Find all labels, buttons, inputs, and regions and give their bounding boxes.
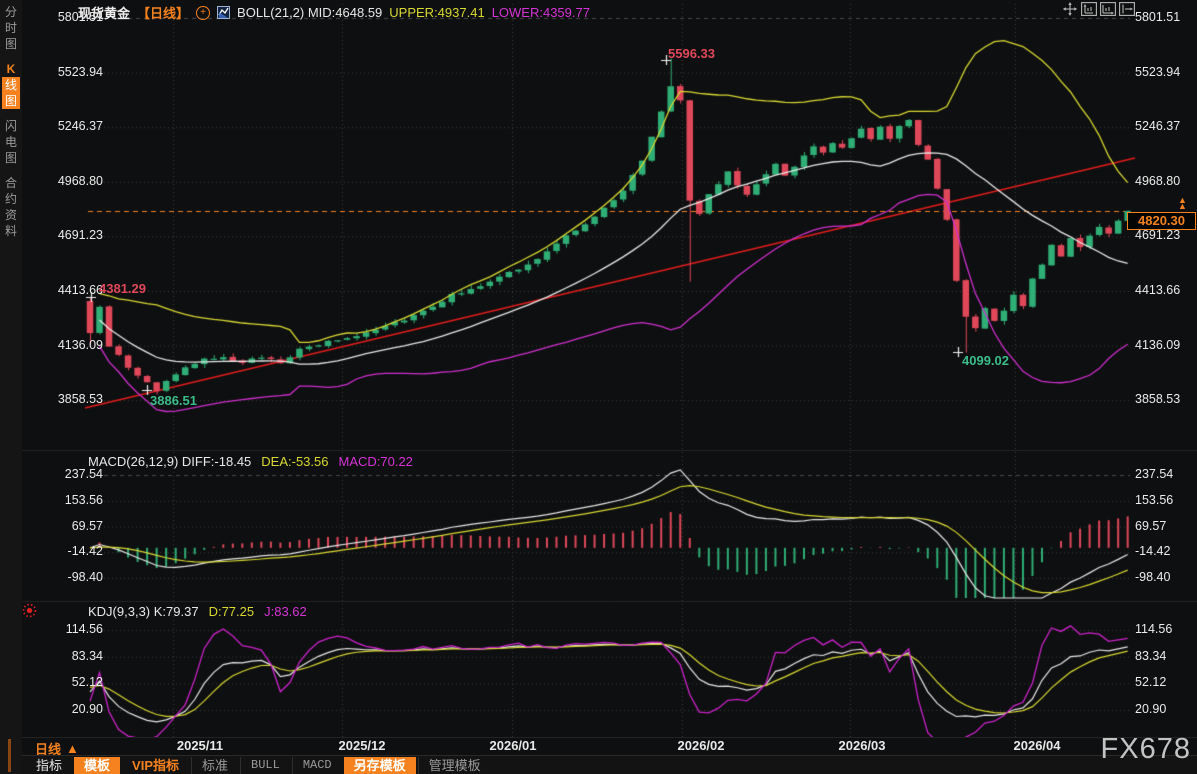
date-tick-label: 2025/12 bbox=[339, 738, 386, 753]
axis-label: 5246.37 bbox=[29, 119, 103, 133]
axis-label: 4968.80 bbox=[1135, 174, 1180, 188]
sidebar-tab-char: 图 bbox=[2, 93, 20, 109]
axis-label: 4413.66 bbox=[29, 283, 103, 297]
macd-header: MACD(26,12,9) DIFF:-18.45 DEA:-53.56 MAC… bbox=[88, 454, 413, 469]
axis-label: 237.54 bbox=[29, 467, 103, 481]
add-indicator-icon[interactable]: + bbox=[196, 6, 210, 20]
price-up-arrows-icon: ▲▲ bbox=[1178, 197, 1187, 209]
axis-label: 20.90 bbox=[29, 702, 103, 716]
chart-header: 现货黄金 【日线】 + BOLL(21,2) MID:4648.59 UPPER… bbox=[78, 3, 590, 22]
axis-label: 153.56 bbox=[1135, 493, 1173, 507]
low-label: 3886.51 bbox=[150, 393, 197, 408]
kdj-header: KDJ(9,3,3) K:79.37 D:77.25 J:83.62 bbox=[88, 604, 307, 619]
axis-label: -98.40 bbox=[1135, 570, 1170, 584]
axis-label: -98.40 bbox=[29, 570, 103, 584]
date-tick-label: 2026/02 bbox=[678, 738, 725, 753]
sidebar-tab-char: 图 bbox=[2, 150, 20, 166]
axis-label: 52.12 bbox=[1135, 675, 1166, 689]
axis-label: 20.90 bbox=[1135, 702, 1166, 716]
axis-label: 3858.53 bbox=[29, 392, 103, 406]
axis-label: 4968.80 bbox=[29, 174, 103, 188]
sidebar-tab-char: 合 bbox=[2, 175, 20, 191]
kdj-k-readout: KDJ(9,3,3) K:79.37 bbox=[88, 604, 199, 619]
bottom-toolbar: 指标模板VIP指标标准BULLMACD另存模板管理模板 bbox=[22, 755, 1197, 774]
axis-label: 5246.37 bbox=[1135, 119, 1180, 133]
axis-label: 4691.23 bbox=[1135, 228, 1180, 242]
crosshair-move-icon[interactable] bbox=[1062, 2, 1078, 16]
sidebar-tab-3[interactable]: 合约资料 bbox=[2, 175, 20, 239]
last-price-tag: 4820.30 bbox=[1127, 212, 1196, 230]
sidebar-tab-2[interactable]: 闪电图 bbox=[2, 118, 20, 166]
chart-tool-icons bbox=[1062, 2, 1135, 16]
axis-label: 69.57 bbox=[29, 519, 103, 533]
toolbar-button-1[interactable]: 模板 bbox=[74, 757, 120, 774]
axis-label: 5523.94 bbox=[29, 65, 103, 79]
sidebar-tab-char: 线 bbox=[2, 77, 20, 93]
sidebar-tab-char: 约 bbox=[2, 191, 20, 207]
axis-label: 4413.66 bbox=[1135, 283, 1180, 297]
axis-label: 4136.09 bbox=[1135, 338, 1180, 352]
macd-readout: MACD(26,12,9) DIFF:-18.45 bbox=[88, 454, 251, 469]
sidebar-tab-0[interactable]: 分时图 bbox=[2, 4, 20, 52]
peak-label: 5596.33 bbox=[668, 46, 715, 61]
toolbar-button-0[interactable]: 指标 bbox=[26, 757, 72, 774]
date-tick-label: 2025/11 bbox=[177, 738, 223, 753]
early-high-label: 4381.29 bbox=[99, 281, 146, 296]
boll-readout: BOLL(21,2) MID:4648.59 bbox=[237, 5, 382, 20]
axis-label: 5801.51 bbox=[29, 10, 103, 24]
sidebar-tab-char: 分 bbox=[2, 4, 20, 20]
axis-label: 52.12 bbox=[29, 675, 103, 689]
sidebar-tab-char: 料 bbox=[2, 223, 20, 239]
exit-view-icon[interactable] bbox=[1119, 2, 1135, 16]
axis-label: 3858.53 bbox=[1135, 392, 1180, 406]
chart-canvas[interactable] bbox=[0, 0, 1197, 774]
axis-label: 83.34 bbox=[29, 649, 103, 663]
chart-application: 分时图K线图闪电图合约资料 现货黄金 【日线】 + BOLL(21,2) MID… bbox=[0, 0, 1197, 774]
macd-macd-readout: MACD:70.22 bbox=[338, 454, 412, 469]
watermark: FX678 bbox=[1101, 733, 1191, 766]
period-arrow-icon: ▲ bbox=[66, 741, 79, 756]
kdj-d-readout: D:77.25 bbox=[209, 604, 255, 619]
toolbar-button-4[interactable]: BULL bbox=[240, 757, 290, 774]
axis-label: -14.42 bbox=[29, 544, 103, 558]
sidebar-tab-char: K bbox=[2, 61, 20, 77]
axis-label: -14.42 bbox=[1135, 544, 1170, 558]
axis-label: 4691.23 bbox=[29, 228, 103, 242]
fit-vertical-axis-icon[interactable] bbox=[1081, 2, 1097, 16]
left-sidebar: 分时图K线图闪电图合约资料 bbox=[0, 0, 22, 774]
axis-label: 237.54 bbox=[1135, 467, 1173, 481]
period-tag: 【日线】 bbox=[137, 3, 189, 22]
sidebar-tab-char: 时 bbox=[2, 20, 20, 36]
toolbar-button-6[interactable]: 另存模板 bbox=[344, 757, 416, 774]
date-tick-label: 2026/04 bbox=[1014, 738, 1061, 753]
axis-label: 83.34 bbox=[1135, 649, 1166, 663]
boll-upper-readout: UPPER:4937.41 bbox=[389, 5, 484, 20]
axis-label: 153.56 bbox=[29, 493, 103, 507]
toolbar-button-7[interactable]: 管理模板 bbox=[418, 757, 491, 774]
sidebar-tab-char: 图 bbox=[2, 36, 20, 52]
mini-chart-icon bbox=[217, 6, 230, 19]
macd-dea-readout: DEA:-53.56 bbox=[261, 454, 328, 469]
sidebar-tab-1[interactable]: K线图 bbox=[2, 61, 20, 109]
axis-label: 114.56 bbox=[1135, 622, 1172, 636]
axis-label: 69.57 bbox=[1135, 519, 1166, 533]
kdj-j-readout: J:83.62 bbox=[264, 604, 307, 619]
toolbar-button-5[interactable]: MACD bbox=[292, 757, 342, 774]
indicator-settings-icon[interactable] bbox=[21, 602, 38, 619]
date-tick-label: 2026/03 bbox=[839, 738, 886, 753]
axis-label: 114.56 bbox=[29, 622, 103, 636]
swing-low-label: 4099.02 bbox=[962, 353, 1009, 368]
date-tick-label: 2026/01 bbox=[490, 738, 537, 753]
sidebar-tab-char: 资 bbox=[2, 207, 20, 223]
fit-horizontal-axis-icon[interactable] bbox=[1100, 2, 1116, 16]
axis-label: 5801.51 bbox=[1135, 10, 1180, 24]
toolbar-button-2[interactable]: VIP指标 bbox=[122, 757, 189, 774]
axis-label: 5523.94 bbox=[1135, 65, 1180, 79]
sidebar-tab-char: 电 bbox=[2, 134, 20, 150]
sidebar-tab-char: 闪 bbox=[2, 118, 20, 134]
boll-lower-readout: LOWER:4359.77 bbox=[492, 5, 590, 20]
sidebar-accent-bar bbox=[8, 739, 11, 772]
toolbar-button-3[interactable]: 标准 bbox=[191, 757, 238, 774]
axis-label: 4136.09 bbox=[29, 338, 103, 352]
